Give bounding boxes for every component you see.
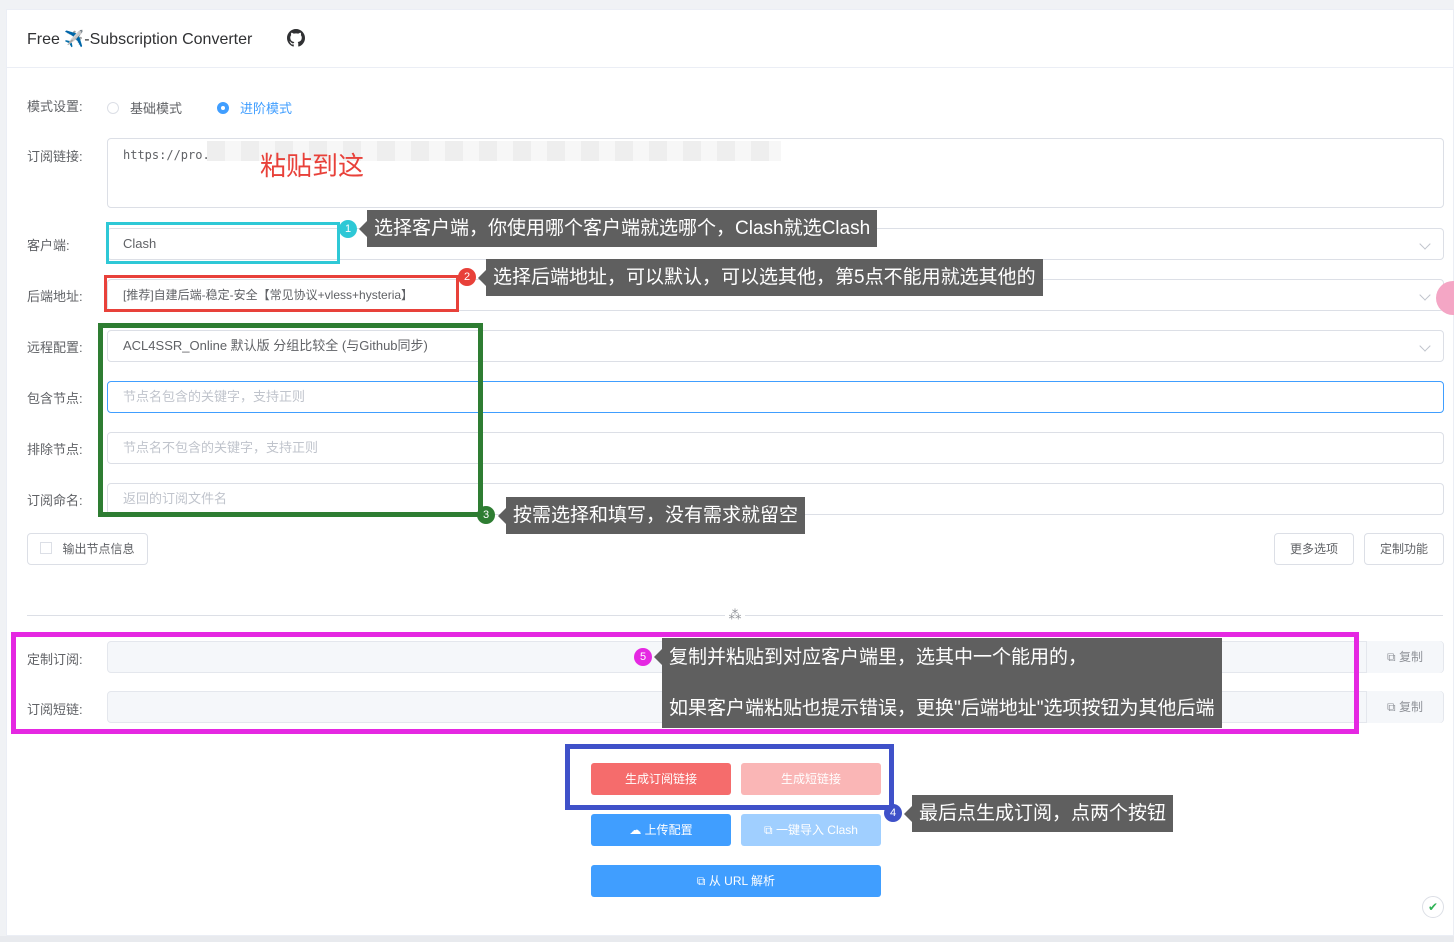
parse-url-label: 从 URL 解析 [708,874,776,888]
chevron-down-icon [1419,238,1431,250]
upload-config-label: 上传配置 [644,823,693,837]
copy-custom-sub-button[interactable]: ⧉ 复制 [1366,641,1443,673]
import-clash-label: 一键导入 Clash [775,823,858,837]
annotation-box-generate [565,744,894,810]
copy-icon: ⧉ [1387,650,1399,664]
more-options-button[interactable]: 更多选项 [1274,533,1354,565]
import-clash-button[interactable]: ⧉ 一键导入 Clash [741,814,881,846]
annotation-tip-3: 按需选择和填写，没有需求就留空 [497,497,806,534]
radio-circle [107,101,119,114]
annotation-box-backend [104,275,459,312]
sub-link-value: https://pro.. [123,148,217,162]
exclude-label: 排除节点: [27,442,83,457]
copy-doc-icon: ⧉ [696,874,709,888]
node-info-checkbox[interactable]: 输出节点信息 [27,533,148,565]
chevron-down-icon [1419,289,1431,301]
mode-advanced-label: 进阶模式 [240,101,293,116]
annotation-box-client [106,222,340,264]
github-icon[interactable] [287,29,305,47]
annotation-tip-4: 最后点生成订阅，点两个按钮 [903,795,1174,832]
radio-circle-checked [217,101,229,114]
copy-label: 复制 [1398,650,1423,664]
custom-features-button[interactable]: 定制功能 [1364,533,1444,565]
mode-basic-radio[interactable]: 基础模式 [107,98,182,117]
upload-config-button[interactable]: ☁ 上传配置 [591,814,731,846]
client-label: 客户端: [27,238,70,253]
mode-basic-label: 基础模式 [130,101,183,116]
annotation-tip-2: 选择后端地址，可以默认，可以选其他，第5点不能用就选其他的 [478,259,1043,296]
backend-label: 后端地址: [27,289,83,304]
filename-label: 订阅命名: [27,493,83,508]
sub-link-label: 订阅链接: [27,149,83,164]
checkbox-box [40,542,53,554]
page-title: Free ✈️-Subscription Converter [27,31,253,48]
taskbar-strip [0,936,1454,942]
annotation-tip-5-line2: 如果客户端粘贴也提示错误，更换"后端地址"选项按钮为其他后端 [669,698,1215,719]
card-header: Free ✈️-Subscription Converter [7,10,1453,68]
mode-label: 模式设置: [27,99,83,114]
chevron-down-icon [1419,340,1431,352]
parse-url-button[interactable]: ⧉ 从 URL 解析 [591,865,881,897]
annotation-tip-1: 选择客户端，你使用哪个客户端就选哪个，Clash就选Clash [358,210,878,247]
include-label: 包含节点: [27,391,83,406]
shield-check-icon[interactable]: ✔ [1422,896,1444,918]
annotation-tip-5-line1: 复制并粘贴到对应客户端里，选其中一个能用的， [669,647,1088,668]
node-info-label: 输出节点信息 [62,542,135,556]
cloud-upload-icon: ☁ [629,823,645,837]
copy-label: 复制 [1398,700,1423,714]
annotation-number-4: 4 [884,804,902,822]
copy-icon: ⧉ [1387,700,1399,714]
annotation-number-2: 2 [458,268,476,286]
annotation-number-1: 1 [339,220,357,238]
loading-icon: ⁂ [725,606,745,624]
copy-short-link-button[interactable]: ⧉ 复制 [1366,691,1443,723]
annotation-number-3: 3 [477,506,495,524]
annotation-number-5: 5 [634,648,652,666]
annotation-box-options [98,323,483,517]
mode-advanced-radio[interactable]: 进阶模式 [217,98,292,117]
remote-config-label: 远程配置: [27,340,83,355]
paste-here-annotation: 粘贴到这 [260,151,365,181]
link-icon: ⧉ [764,823,776,837]
annotation-tip-5: 复制并粘贴到对应客户端里，选其中一个能用的， 如果客户端粘贴也提示错误，更换"后… [654,638,1222,728]
